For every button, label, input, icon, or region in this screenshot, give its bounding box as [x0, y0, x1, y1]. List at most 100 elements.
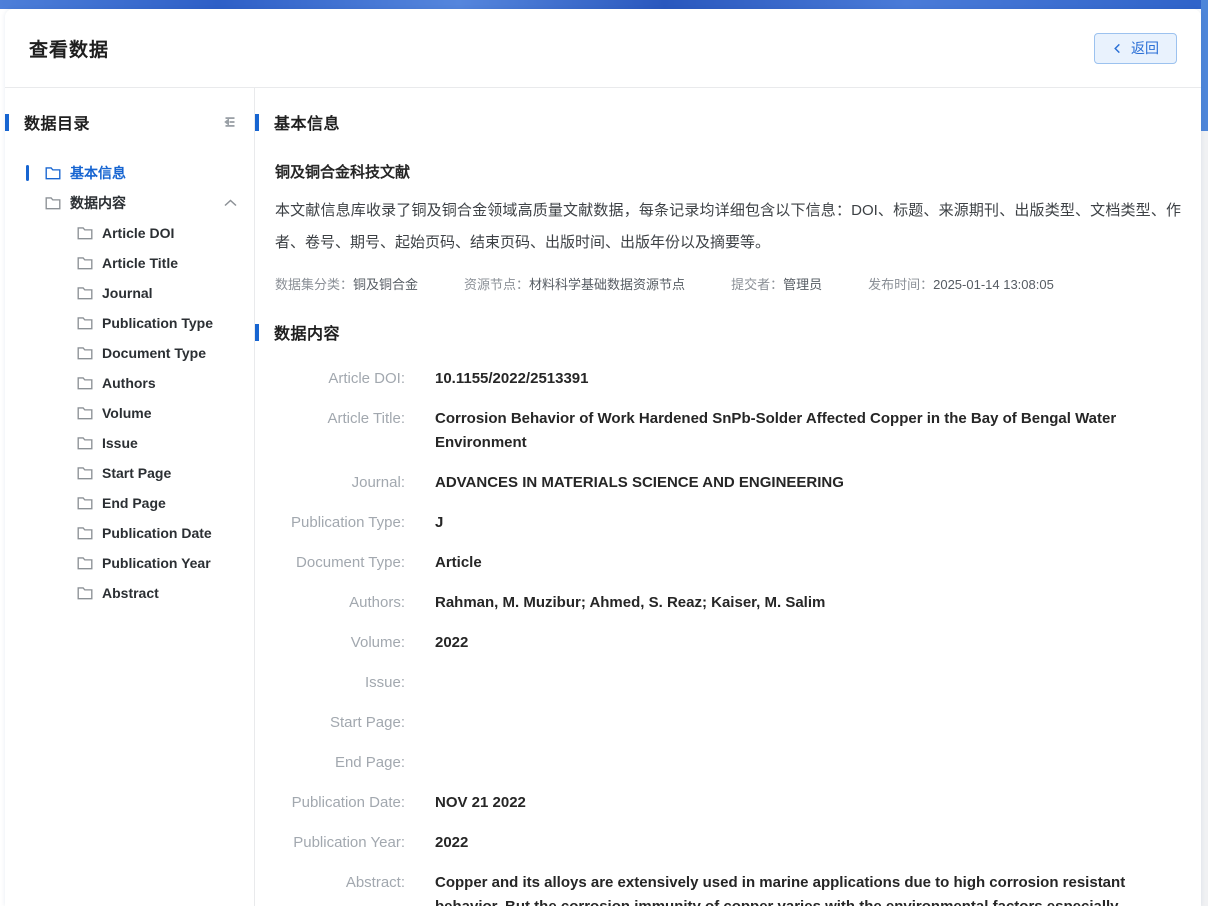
tree-item-label: Publication Type: [102, 315, 213, 331]
tree-item[interactable]: Start Page: [5, 458, 254, 488]
card-header: 查看数据 返回: [5, 9, 1201, 88]
tree-item[interactable]: Authors: [5, 368, 254, 398]
field-row: Article Title: Corrosion Behavior of Wor…: [275, 399, 1181, 463]
meta-resource-node: 资源节点：材料科学基础数据资源节点: [464, 274, 685, 293]
field-row: Volume: 2022: [275, 623, 1181, 663]
data-directory-tree: 基本信息 数据内容: [5, 158, 254, 218]
tree-item-label: Document Type: [102, 345, 206, 361]
tree-item-basic-info[interactable]: 基本信息: [5, 158, 254, 188]
field-value: [435, 712, 1181, 734]
field-label: Publication Date:: [275, 791, 405, 815]
field-row: Publication Year: 2022: [275, 823, 1181, 863]
tree-item-label: Issue: [102, 435, 138, 451]
field-label: Article Title:: [275, 407, 405, 431]
dataset-description: 本文献信息库收录了铜及铜合金领域高质量文献数据，每条记录均详细包含以下信息：DO…: [275, 195, 1181, 259]
field-row: Publication Date: NOV 21 2022: [275, 783, 1181, 823]
field-row: Article DOI: 10.1155/2022/2513391: [275, 359, 1181, 399]
folder-icon: [77, 376, 93, 390]
field-value: NOV 21 2022: [435, 791, 1181, 815]
field-value: [435, 672, 1181, 694]
section-accent-bar: [255, 114, 259, 131]
field-label: Abstract:: [275, 871, 405, 895]
sidebar-title: 数据目录: [24, 110, 219, 134]
data-content-section-title: 数据内容: [274, 320, 340, 344]
field-value: ADVANCES IN MATERIALS SCIENCE AND ENGINE…: [435, 471, 1181, 495]
tree-item[interactable]: Publication Date: [5, 518, 254, 548]
section-accent-bar: [5, 114, 9, 131]
tree-item-label: Abstract: [102, 585, 159, 601]
folder-icon: [77, 436, 93, 450]
main-panel: 基本信息 铜及铜合金科技文献 本文献信息库收录了铜及铜合金领域高质量文献数据，每…: [255, 88, 1201, 906]
folder-icon: [77, 556, 93, 570]
tree-item-label: Article DOI: [102, 225, 174, 241]
folder-icon: [77, 586, 93, 600]
tree-item[interactable]: Article DOI: [5, 218, 254, 248]
field-label: Start Page:: [275, 711, 405, 735]
scrollbar-track[interactable]: [1201, 131, 1208, 906]
meta-publish-time: 发布时间：2025-01-14 13:08:05: [868, 274, 1054, 293]
folder-icon: [77, 346, 93, 360]
field-label: Authors:: [275, 591, 405, 615]
menu-fold-icon[interactable]: [219, 115, 236, 129]
field-label: Publication Year:: [275, 831, 405, 855]
field-label: Publication Type:: [275, 511, 405, 535]
meta-category: 数据集分类：铜及铜合金: [275, 274, 418, 293]
field-value: Copper and its alloys are extensively us…: [435, 871, 1181, 906]
field-value: 2022: [435, 831, 1181, 855]
field-value: J: [435, 511, 1181, 535]
field-row: Document Type: Article: [275, 543, 1181, 583]
tree-item[interactable]: Publication Type: [5, 308, 254, 338]
tree-item[interactable]: Volume: [5, 398, 254, 428]
selected-indicator-bar: [26, 165, 29, 181]
tree-item-label: Authors: [102, 375, 156, 391]
folder-icon: [77, 316, 93, 330]
folder-icon: [77, 496, 93, 510]
tree-item-label: Article Title: [102, 255, 178, 271]
field-list: Article DOI: 10.1155/2022/2513391 Articl…: [275, 359, 1181, 906]
field-row: Start Page:: [275, 703, 1181, 743]
tree-item[interactable]: Publication Year: [5, 548, 254, 578]
dataset-title: 铜及铜合金科技文献: [275, 161, 1181, 182]
folder-icon: [45, 196, 61, 210]
folder-icon: [77, 406, 93, 420]
field-label: Volume:: [275, 631, 405, 655]
field-row: Issue:: [275, 663, 1181, 703]
field-value: Corrosion Behavior of Work Hardened SnPb…: [435, 407, 1181, 455]
back-button[interactable]: 返回: [1094, 33, 1177, 64]
field-value: 10.1155/2022/2513391: [435, 367, 1181, 391]
tree-item[interactable]: Issue: [5, 428, 254, 458]
dataset-meta-row: 数据集分类：铜及铜合金 资源节点：材料科学基础数据资源节点 提交者：管理员 发布…: [275, 274, 1181, 293]
tree-item-label: Publication Year: [102, 555, 211, 571]
field-row: Publication Type: J: [275, 503, 1181, 543]
field-value: Article: [435, 551, 1181, 575]
sidebar-data-directory: 数据目录 基本信息: [5, 88, 255, 906]
page-title: 查看数据: [29, 35, 109, 62]
field-row: Abstract: Copper and its alloys are exte…: [275, 863, 1181, 906]
field-row: Authors: Rahman, M. Muzibur; Ahmed, S. R…: [275, 583, 1181, 623]
tree-item-label: 基本信息: [70, 163, 126, 183]
tree-children: Article DOI Article Title Journal: [5, 218, 254, 608]
field-label: Document Type:: [275, 551, 405, 575]
tree-item[interactable]: Journal: [5, 278, 254, 308]
folder-icon: [45, 166, 61, 180]
field-label: Article DOI:: [275, 367, 405, 391]
tree-item-label: Volume: [102, 405, 152, 421]
tree-item-label: End Page: [102, 495, 166, 511]
chevron-up-icon[interactable]: [224, 199, 237, 207]
tree-item[interactable]: End Page: [5, 488, 254, 518]
tree-item[interactable]: Abstract: [5, 578, 254, 608]
section-accent-bar: [255, 324, 259, 341]
tree-item[interactable]: Article Title: [5, 248, 254, 278]
field-label: End Page:: [275, 751, 405, 775]
field-value: [435, 752, 1181, 774]
scrollbar-thumb[interactable]: [1201, 0, 1208, 131]
tree-item-label: Start Page: [102, 465, 171, 481]
field-row: End Page:: [275, 743, 1181, 783]
folder-icon: [77, 466, 93, 480]
back-button-label: 返回: [1131, 38, 1159, 58]
folder-icon: [77, 286, 93, 300]
tree-item-label: Publication Date: [102, 525, 212, 541]
folder-icon: [77, 226, 93, 240]
tree-item[interactable]: Document Type: [5, 338, 254, 368]
tree-item-data-content[interactable]: 数据内容: [5, 188, 254, 218]
